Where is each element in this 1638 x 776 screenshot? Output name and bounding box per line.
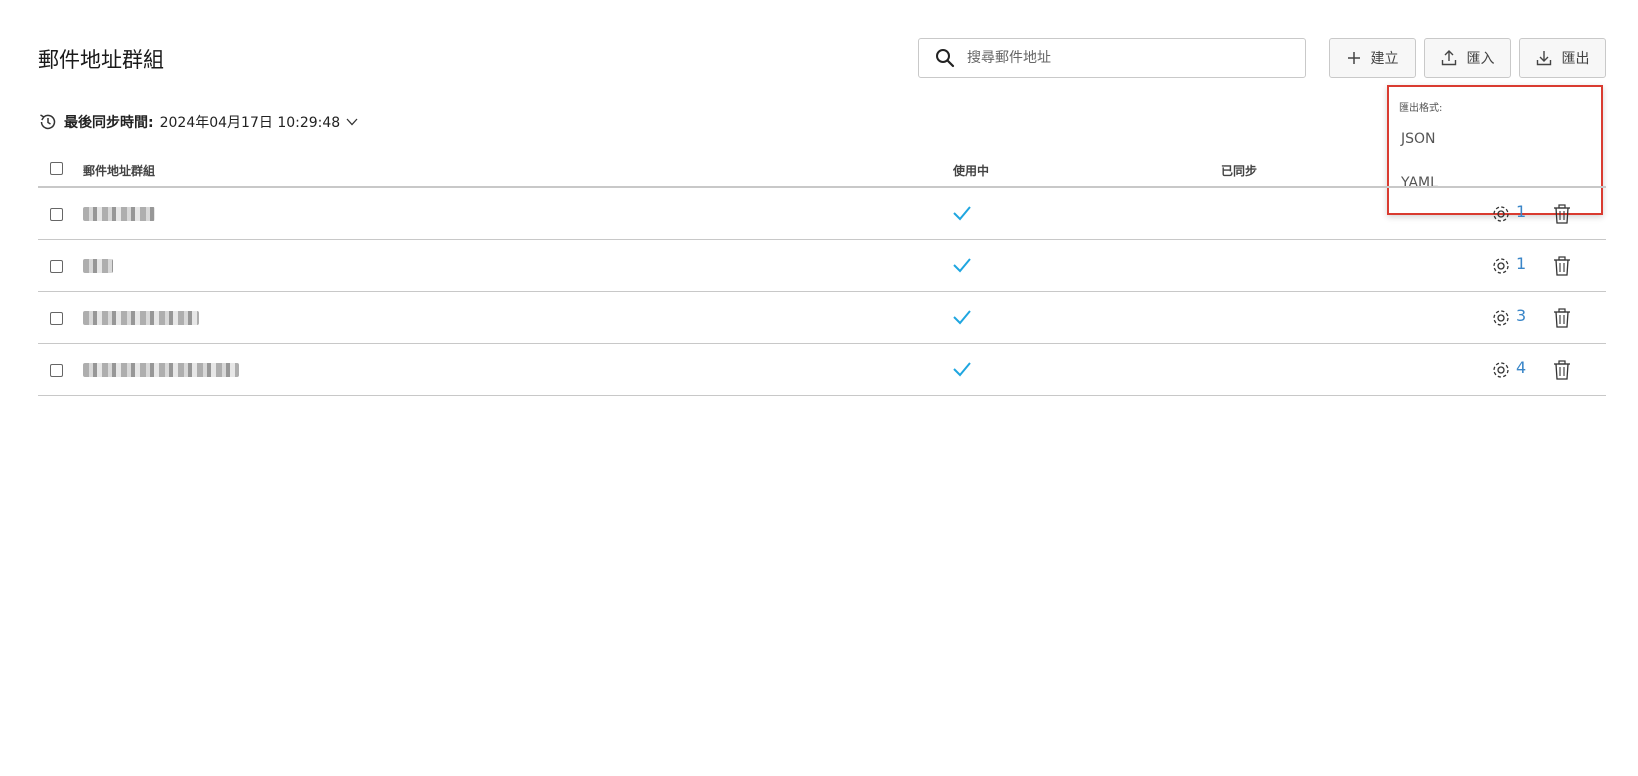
download-icon [1536, 50, 1552, 66]
redacted-name [83, 259, 113, 273]
search-input[interactable] [967, 50, 1305, 66]
search-box[interactable] [918, 38, 1306, 78]
create-button-label: 建立 [1370, 51, 1399, 67]
redacted-name [83, 363, 239, 377]
sync-clock-icon [38, 112, 58, 132]
rule-count-link[interactable]: 1 [1516, 202, 1526, 221]
check-icon [953, 258, 971, 273]
page-title: 郵件地址群組 [38, 48, 164, 72]
gear-icon[interactable] [1491, 256, 1511, 276]
rule-count-link[interactable]: 4 [1516, 358, 1526, 377]
plus-icon [1347, 51, 1361, 65]
export-button-label: 匯出 [1561, 51, 1590, 67]
check-icon [953, 206, 971, 221]
import-button[interactable]: 匯入 [1424, 38, 1511, 78]
trash-icon[interactable] [1553, 308, 1571, 328]
select-all-checkbox[interactable] [50, 162, 63, 175]
sync-label: 最後同步時間: [64, 115, 154, 131]
trash-icon[interactable] [1553, 256, 1571, 276]
rule-count-link[interactable]: 3 [1516, 306, 1526, 325]
row-checkbox[interactable] [50, 364, 63, 377]
upload-icon [1441, 50, 1457, 66]
check-icon [953, 362, 971, 377]
sync-status[interactable]: 最後同步時間: 2024年04月17日 10:29:48 [38, 112, 358, 132]
search-icon [935, 48, 955, 68]
row-checkbox[interactable] [50, 260, 63, 273]
create-button[interactable]: 建立 [1329, 38, 1416, 78]
redacted-name [83, 207, 155, 221]
address-group-table: 郵件地址群組 使用中 已同步 1 1 3 4 [38, 152, 1606, 396]
trash-icon[interactable] [1553, 360, 1571, 380]
column-header-name[interactable]: 郵件地址群組 [83, 162, 155, 179]
row-checkbox[interactable] [50, 312, 63, 325]
gear-icon[interactable] [1491, 360, 1511, 380]
column-header-active[interactable]: 使用中 [953, 162, 989, 179]
table-header: 郵件地址群組 使用中 已同步 [38, 152, 1606, 188]
sync-time: 2024年04月17日 10:29:48 [159, 115, 341, 131]
chevron-down-icon[interactable] [346, 118, 358, 126]
trash-icon[interactable] [1553, 204, 1571, 224]
column-header-synced[interactable]: 已同步 [1221, 162, 1257, 179]
table-row[interactable]: 4 [38, 344, 1606, 396]
gear-icon[interactable] [1491, 308, 1511, 328]
table-row[interactable]: 3 [38, 292, 1606, 344]
redacted-name [83, 311, 199, 325]
export-button[interactable]: 匯出 [1519, 38, 1606, 78]
rule-count-link[interactable]: 1 [1516, 254, 1526, 273]
export-option-json[interactable]: JSON [1401, 131, 1436, 147]
export-format-label: 匯出格式: [1399, 103, 1443, 114]
table-row[interactable]: 1 [38, 188, 1606, 240]
row-checkbox[interactable] [50, 208, 63, 221]
check-icon [953, 310, 971, 325]
gear-icon[interactable] [1491, 204, 1511, 224]
import-button-label: 匯入 [1466, 51, 1495, 67]
table-row[interactable]: 1 [38, 240, 1606, 292]
